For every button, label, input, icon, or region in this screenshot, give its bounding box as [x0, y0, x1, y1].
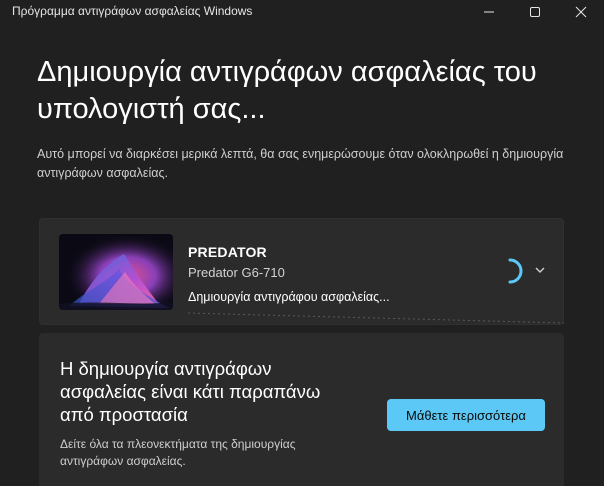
device-wallpaper-thumbnail — [59, 234, 173, 310]
promo-title: Η δημιουργία αντιγράφων ασφαλείας είναι … — [60, 358, 321, 425]
device-model: Predator G6-710 — [188, 265, 285, 280]
device-name: PREDATOR — [188, 244, 267, 260]
promo-text: Δείτε όλα τα πλεονεκτήματα της δημιουργί… — [60, 437, 296, 468]
device-card: PREDATOR Predator G6-710 Δημιουργία αντι… — [39, 218, 564, 325]
backup-progress-indicator — [188, 311, 564, 325]
minimize-button[interactable] — [466, 0, 512, 24]
backup-status-text: Δημιουργία αντιγράφου ασφαλείας... — [188, 290, 390, 304]
learn-more-button[interactable]: Μάθετε περισσότερα — [387, 399, 545, 431]
page-heading: Δημιουργία αντιγράφων ασφαλείας του υπολ… — [37, 56, 537, 125]
title-bar: Πρόγραμμα αντιγράφων ασφαλείας Windows — [0, 0, 604, 24]
close-icon — [575, 6, 587, 18]
promo-card: Η δημιουργία αντιγράφων ασφαλείας είναι … — [39, 333, 564, 486]
chevron-down-icon[interactable] — [533, 263, 547, 277]
maximize-button[interactable] — [512, 0, 558, 24]
minimize-icon — [484, 11, 494, 13]
window-title: Πρόγραμμα αντιγράφων ασφαλείας Windows — [12, 4, 253, 18]
maximize-icon — [530, 7, 540, 17]
page-description: Αυτό μπορεί να διαρκέσει μερικά λεπτά, θ… — [37, 147, 564, 180]
spinner-icon — [508, 258, 523, 284]
close-button[interactable] — [558, 0, 604, 24]
